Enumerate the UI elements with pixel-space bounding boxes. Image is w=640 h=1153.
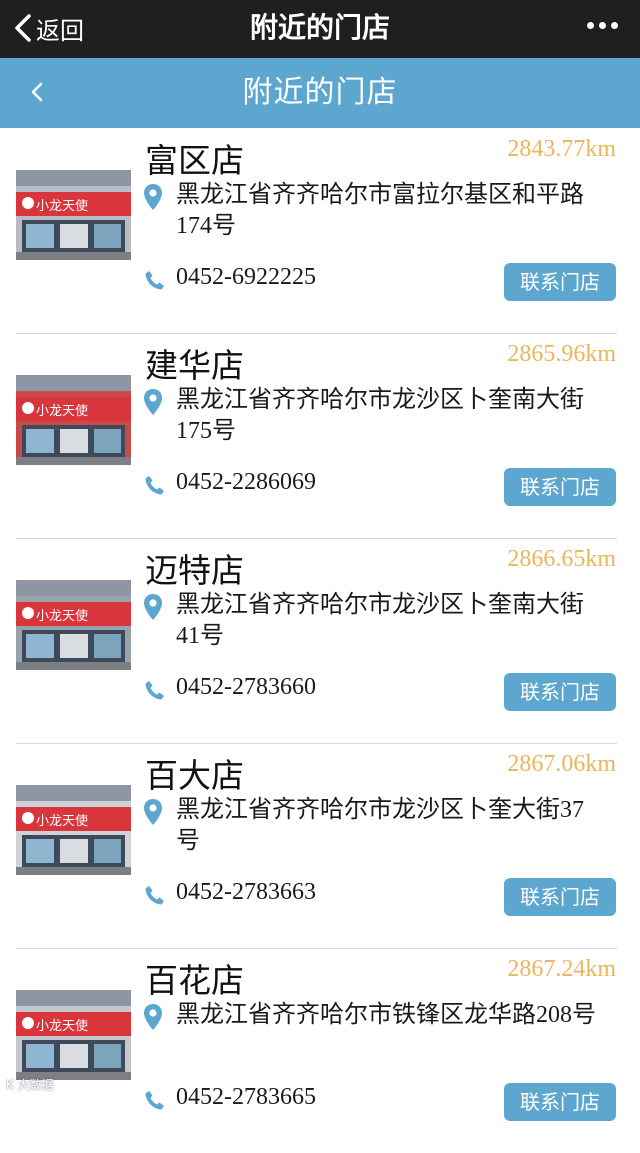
location-pin-icon xyxy=(144,1004,162,1030)
store-address: 黑龙江省齐齐哈尔市龙沙区卜奎大街37号 xyxy=(176,797,584,854)
contact-store-button[interactable]: 联系门店 xyxy=(504,468,616,506)
store-distance: 2865.96km xyxy=(507,341,616,367)
phone-icon xyxy=(145,681,164,700)
storefront-photo: 小龙天使 xyxy=(16,375,131,465)
store-name: 建华店 xyxy=(145,346,244,385)
wechat-top-bar: 返回 附近的门店 xyxy=(0,0,640,58)
storefront-photo: 小龙天使 xyxy=(16,990,131,1080)
svg-text:小龙天使: 小龙天使 xyxy=(36,198,88,214)
page-header: 附近的门店 xyxy=(0,58,640,128)
contact-store-button[interactable]: 联系门店 xyxy=(504,1083,616,1121)
wechat-title: 附近的门店 xyxy=(249,11,390,44)
watermark: K 大数据 xyxy=(6,1078,54,1092)
store-name: 富区店 xyxy=(145,141,244,180)
store-address: 黑龙江省齐齐哈尔市龙沙区卜奎南大街175号 xyxy=(176,387,584,444)
contact-store-button[interactable]: 联系门店 xyxy=(504,263,616,301)
store-address: 黑龙江省齐齐哈尔市铁锋区龙华路208号 xyxy=(176,1002,596,1028)
store-phone[interactable]: 0452-6922225 xyxy=(176,264,316,291)
store-list: 小龙天使 富区店 2843.77km 黑龙江省齐齐哈尔市富拉尔基区和平路174号… xyxy=(0,128,640,1153)
store-item[interactable]: 小龙天使 迈特店 2866.65km 黑龙江省齐齐哈尔市龙沙区卜奎南大街41号 … xyxy=(0,538,640,743)
contact-store-button[interactable]: 联系门店 xyxy=(504,878,616,916)
storefront-photo: 小龙天使 xyxy=(16,785,131,875)
store-distance: 2867.24km xyxy=(507,956,616,982)
phone-icon xyxy=(145,1091,164,1110)
store-phone[interactable]: 0452-2783660 xyxy=(176,674,316,701)
store-phone[interactable]: 0452-2783663 xyxy=(176,879,316,906)
store-distance: 2843.77km xyxy=(507,136,616,162)
phone-icon xyxy=(145,476,164,495)
location-pin-icon xyxy=(144,799,162,825)
contact-store-button[interactable]: 联系门店 xyxy=(504,673,616,711)
storefront-photo: 小龙天使 xyxy=(16,170,131,260)
store-item[interactable]: 小龙天使 富区店 2843.77km 黑龙江省齐齐哈尔市富拉尔基区和平路174号… xyxy=(0,128,640,333)
phone-icon xyxy=(145,886,164,905)
svg-text:小龙天使: 小龙天使 xyxy=(36,608,88,624)
store-name: 百大店 xyxy=(145,756,244,795)
store-item[interactable]: 小龙天使 建华店 2865.96km 黑龙江省齐齐哈尔市龙沙区卜奎南大街175号… xyxy=(0,333,640,538)
store-item[interactable]: 小龙天使 百大店 2867.06km 黑龙江省齐齐哈尔市龙沙区卜奎大街37号 0… xyxy=(0,743,640,948)
store-address: 黑龙江省齐齐哈尔市富拉尔基区和平路174号 xyxy=(176,182,584,239)
store-phone[interactable]: 0452-2286069 xyxy=(176,469,316,496)
store-item[interactable]: 小龙天使 百花店 2867.24km 黑龙江省齐齐哈尔市铁锋区龙华路208号 0… xyxy=(0,948,640,1153)
more-menu-icon[interactable] xyxy=(587,22,618,29)
store-distance: 2867.06km xyxy=(507,751,616,777)
svg-text:小龙天使: 小龙天使 xyxy=(36,403,88,419)
store-distance: 2866.65km xyxy=(507,546,616,572)
page-title: 附近的门店 xyxy=(242,75,398,110)
svg-text:小龙天使: 小龙天使 xyxy=(36,1018,88,1034)
store-name: 迈特店 xyxy=(145,551,244,590)
location-pin-icon xyxy=(144,389,162,415)
store-address: 黑龙江省齐齐哈尔市龙沙区卜奎南大街41号 xyxy=(176,592,584,649)
svg-text:小龙天使: 小龙天使 xyxy=(36,813,88,829)
phone-icon xyxy=(145,271,164,290)
store-name: 百花店 xyxy=(145,961,244,1000)
location-pin-icon xyxy=(144,184,162,210)
location-pin-icon xyxy=(144,594,162,620)
storefront-photo: 小龙天使 xyxy=(16,580,131,670)
